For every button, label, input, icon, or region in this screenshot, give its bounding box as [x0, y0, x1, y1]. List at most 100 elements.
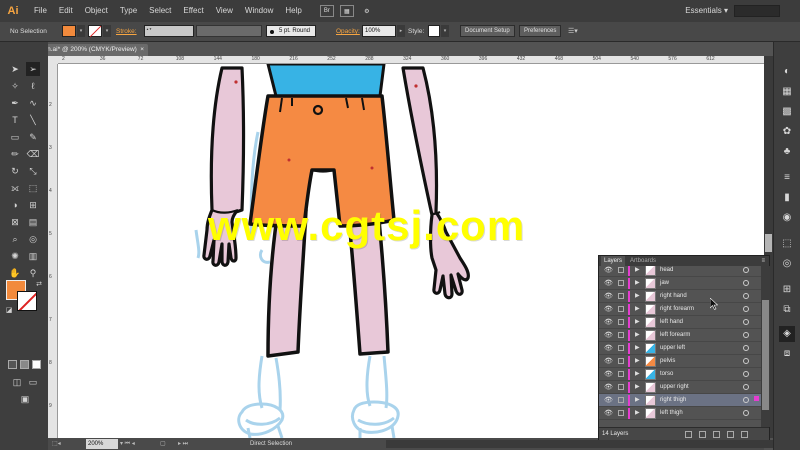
artboards-panel-icon[interactable]: ⧈	[779, 346, 795, 362]
make-clipping-mask-icon[interactable]	[699, 431, 706, 438]
menu-type[interactable]: Type	[114, 0, 143, 22]
layer-row[interactable]: 👁 ▶ right forearm	[599, 303, 761, 316]
layer-row[interactable]: 👁 ▶ upper left	[599, 342, 761, 355]
align-panel-icon[interactable]: ⊞	[779, 282, 795, 298]
brushes-panel-icon[interactable]: ✿	[779, 124, 795, 140]
stroke-weight-field[interactable]	[144, 25, 194, 37]
opacity-label[interactable]: Opacity:	[336, 28, 360, 35]
stroke-color-box[interactable]	[17, 291, 37, 311]
eyedropper-tool-icon[interactable]: ⌕	[8, 232, 22, 246]
selection-tool-icon[interactable]: ➤	[8, 62, 22, 76]
layer-name[interactable]: right hand	[660, 290, 687, 303]
target-circle-icon[interactable]	[743, 410, 749, 416]
lock-toggle[interactable]	[618, 293, 624, 299]
rotate-tool-icon[interactable]: ↻	[8, 164, 22, 178]
menu-file[interactable]: File	[28, 0, 53, 22]
default-colors-icon[interactable]: ◪	[2, 304, 16, 318]
layer-row[interactable]: 👁 ▶ right hand	[599, 290, 761, 303]
style-dropdown-icon[interactable]: ▾	[441, 25, 449, 37]
layer-row[interactable]: 👁 ▶ right thigh	[599, 394, 761, 407]
layer-row[interactable]: 👁 ▶ jaw	[599, 277, 761, 290]
visibility-eye-icon[interactable]: 👁	[604, 394, 613, 407]
color-guide-icon[interactable]: ▦	[779, 84, 795, 100]
stroke-swatch[interactable]	[88, 25, 102, 37]
expand-arrow-icon[interactable]: ▶	[635, 394, 640, 407]
lock-toggle[interactable]	[618, 306, 624, 312]
arrange-documents-icon[interactable]: ▦	[339, 5, 354, 17]
gradient-tool-icon[interactable]: ▤	[26, 215, 40, 229]
horizontal-scrollbar[interactable]	[386, 440, 800, 448]
symbols-panel-icon[interactable]: ♣	[779, 144, 795, 160]
zoom-dropdown-icon[interactable]: ▾ ⏮ ◂	[120, 438, 135, 450]
graphic-style-swatch[interactable]	[428, 25, 440, 37]
layer-name[interactable]: upper right	[660, 381, 689, 394]
drawing-mode-icon[interactable]: ◫	[10, 375, 24, 389]
blend-tool-icon[interactable]: ◎	[26, 232, 40, 246]
zoom-field[interactable]: 200%	[86, 439, 118, 449]
visibility-eye-icon[interactable]: 👁	[604, 277, 613, 290]
target-circle-icon[interactable]	[743, 345, 749, 351]
target-circle-icon[interactable]	[743, 358, 749, 364]
layers-scrollbar[interactable]	[761, 266, 770, 427]
lock-toggle[interactable]	[618, 397, 624, 403]
target-circle-icon[interactable]	[743, 293, 749, 299]
lock-toggle[interactable]	[618, 358, 624, 364]
layer-row[interactable]: 👁 ▶ upper right	[599, 381, 761, 394]
color-mode-icon[interactable]	[8, 360, 17, 369]
expand-arrow-icon[interactable]: ▶	[635, 355, 640, 368]
hand-tool-icon[interactable]: ✋	[8, 266, 22, 280]
pencil-tool-icon[interactable]: ✏	[8, 147, 22, 161]
expand-arrow-icon[interactable]: ▶	[635, 277, 640, 290]
layer-name[interactable]: left thigh	[660, 407, 683, 420]
mesh-tool-icon[interactable]: ⊠	[8, 215, 22, 229]
vertical-scroll-thumb[interactable]	[765, 234, 772, 252]
visibility-eye-icon[interactable]: 👁	[604, 329, 613, 342]
new-layer-icon[interactable]	[727, 431, 734, 438]
align-icon[interactable]: ☰▾	[568, 27, 578, 35]
visibility-eye-icon[interactable]: 👁	[604, 316, 613, 329]
change-screen-mode-icon[interactable]: ▣	[18, 392, 32, 406]
pen-tool-icon[interactable]: ✒	[8, 96, 22, 110]
stroke-dropdown-icon[interactable]: ▾	[103, 25, 111, 37]
variable-width-profile[interactable]	[196, 25, 262, 37]
target-circle-icon[interactable]	[743, 306, 749, 312]
stroke-panel-icon[interactable]: ≡	[779, 170, 795, 186]
menu-help[interactable]: Help	[279, 0, 307, 22]
lock-toggle[interactable]	[618, 410, 624, 416]
expand-arrow-icon[interactable]: ▶	[635, 316, 640, 329]
new-sublayer-icon[interactable]	[713, 431, 720, 438]
visibility-eye-icon[interactable]: 👁	[604, 355, 613, 368]
layer-name[interactable]: torso	[660, 368, 673, 381]
tab-layers[interactable]: Layers	[601, 256, 626, 266]
layer-row[interactable]: 👁 ▶ head	[599, 266, 761, 277]
layer-name[interactable]: jaw	[660, 277, 669, 290]
visibility-eye-icon[interactable]: 👁	[604, 407, 613, 420]
fill-dropdown-icon[interactable]: ▾	[77, 25, 85, 37]
lock-toggle[interactable]	[618, 332, 624, 338]
lock-toggle[interactable]	[618, 384, 624, 390]
visibility-eye-icon[interactable]: 👁	[604, 342, 613, 355]
layer-row[interactable]: 👁 ▶ torso	[599, 368, 761, 381]
menu-window[interactable]: Window	[239, 0, 279, 22]
layer-name[interactable]: left forearm	[660, 329, 690, 342]
layer-row[interactable]: 👁 ▶ left forearm	[599, 329, 761, 342]
vertical-ruler[interactable]: 2345678910	[48, 64, 58, 450]
lock-toggle[interactable]	[618, 345, 624, 351]
expand-arrow-icon[interactable]: ▶	[635, 368, 640, 381]
layer-name[interactable]: upper left	[660, 342, 685, 355]
opacity-field[interactable]: 100%	[362, 25, 396, 37]
perspective-grid-tool-icon[interactable]: ⊞	[26, 198, 40, 212]
pathfinder-panel-icon[interactable]: ⧉	[779, 302, 795, 318]
magic-wand-tool-icon[interactable]: ✧	[8, 79, 22, 93]
gradient-mode-icon[interactable]	[20, 360, 29, 369]
transparency-panel-icon[interactable]: ◉	[779, 210, 795, 226]
rectangle-tool-icon[interactable]: ▭	[8, 130, 22, 144]
artboard-nav-icon[interactable]: ⬚◂	[52, 438, 61, 450]
ruler-origin[interactable]	[48, 56, 58, 64]
appearance-panel-icon[interactable]: ⬚	[779, 236, 795, 252]
screen-mode-icon[interactable]: ▭	[26, 375, 40, 389]
gradient-panel-icon[interactable]: ▮	[779, 190, 795, 206]
swatches-panel-icon[interactable]: ▩	[779, 104, 795, 120]
lock-toggle[interactable]	[618, 319, 624, 325]
swap-fill-stroke-icon[interactable]: ⇄	[32, 278, 46, 292]
